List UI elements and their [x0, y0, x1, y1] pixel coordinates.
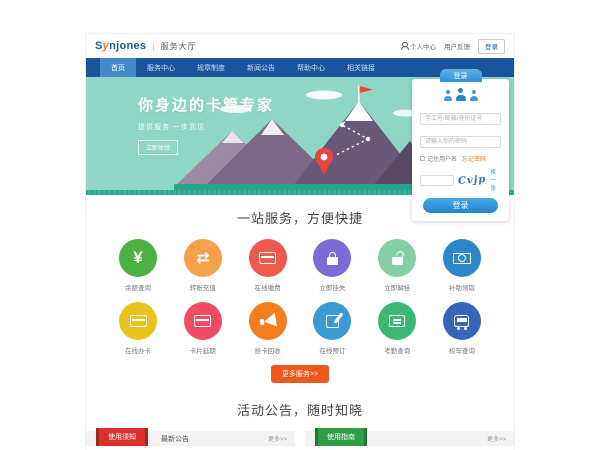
service-label: 补助领取 [436, 282, 488, 292]
login-form: 记住用户名 忘记密码 Cvjp 换一张 登录 [412, 79, 509, 221]
hero-cta-button[interactable]: 立即体验 [138, 140, 178, 155]
service-label: 拾卡回收 [242, 345, 294, 355]
service-subsidy[interactable]: 补助领取 [436, 239, 488, 292]
service-label: 在线缴费 [242, 282, 294, 292]
service-report-loss[interactable]: 立即挂失 [306, 239, 358, 292]
service-payment[interactable]: 在线缴费 [242, 239, 294, 292]
service-attendance[interactable]: 考勤查询 [371, 302, 423, 355]
personal-center-link[interactable]: 个人中心 [400, 41, 436, 51]
edit-icon [326, 315, 339, 328]
nav-item-help[interactable]: 帮助中心 [286, 58, 336, 77]
card-icon [194, 315, 211, 327]
service-label: 考勤查询 [371, 345, 423, 355]
services-grid: 余额查询 转账充值 在线缴费 立即挂失 [86, 227, 514, 355]
logo-divider: | [152, 41, 154, 51]
hero-text: 你身边的卡管专家 提供服务 一步到位 立即体验 [138, 94, 274, 155]
tab-user-guide[interactable]: 使用指南 [315, 428, 367, 446]
hero-banner: 你身边的卡管专家 提供服务 一步到位 立即体验 [86, 77, 514, 195]
user-icon [469, 90, 478, 101]
services-section: 一站服务，方便快捷 余额查询 转账充值 在线缴费 [86, 195, 514, 383]
service-label: 余额查询 [112, 282, 164, 292]
hero-subtitle: 提供服务 一步到位 [138, 122, 274, 132]
user-icon [443, 90, 452, 101]
yuan-icon [133, 248, 142, 268]
service-label: 立即挂失 [306, 282, 358, 292]
nav-item-home[interactable]: 首页 [100, 58, 136, 77]
service-label: 在线办卡 [112, 345, 164, 355]
services-row-1: 余额查询 转账充值 在线缴费 立即挂失 [112, 239, 488, 292]
personal-center-label: 个人中心 [410, 41, 436, 51]
site-name: 服务大厅 [161, 41, 197, 52]
service-balance[interactable]: 余额查询 [112, 239, 164, 292]
megaphone-icon [258, 313, 276, 330]
transfer-icon [196, 248, 209, 268]
left-more-link[interactable]: 更多>> [268, 434, 287, 443]
banknote-icon [453, 253, 471, 264]
remember-label: 记住用户名 [427, 154, 457, 163]
forgot-password-link[interactable]: 忘记密码 [462, 154, 486, 163]
header-right: 个人中心 用户反馈 登录 [400, 39, 505, 54]
screen: Synjones | 服务大厅 个人中心 用户反馈 登录 首页 服务中心 规章制… [0, 0, 600, 450]
logo[interactable]: Synjones [95, 40, 146, 52]
nav-item-rules[interactable]: 规章制度 [186, 58, 236, 77]
feedback-label: 用户反馈 [444, 41, 470, 51]
captcha-refresh-link[interactable]: 换一张 [490, 168, 501, 192]
login-submit-button[interactable]: 登录 [423, 198, 498, 213]
service-card-renewal[interactable]: 卡片延期 [177, 302, 229, 355]
logo-part1: S [95, 40, 103, 52]
person-icon [400, 42, 408, 50]
service-card-recycle[interactable]: 拾卡回收 [242, 302, 294, 355]
login-tab[interactable]: 登录 [440, 69, 482, 82]
more-services-button[interactable]: 更多服务>> [271, 365, 329, 383]
services-row-2: 在线办卡 卡片延期 拾卡回收 在线预订 [112, 302, 488, 355]
users-icon [420, 86, 501, 101]
header: Synjones | 服务大厅 个人中心 用户反馈 登录 [86, 34, 514, 58]
tab-usage-notice[interactable]: 使用须知 [96, 428, 148, 446]
password-input[interactable] [420, 136, 501, 148]
announcements-section: 活动公告，随时知晓 使用须知 最新公告 更多>> 使用指南 更多>> [86, 383, 514, 450]
announcement-tab-bars: 使用须知 最新公告 更多>> 使用指南 更多>> [86, 431, 514, 446]
remember-checkbox[interactable] [420, 156, 425, 161]
captcha-input[interactable] [420, 175, 454, 186]
service-unfreeze[interactable]: 立即解挂 [371, 239, 423, 292]
captcha-image: Cvjp [458, 174, 487, 187]
user-icon [455, 88, 466, 101]
service-label: 立即解挂 [371, 282, 423, 292]
right-more-link[interactable]: 更多>> [487, 434, 506, 443]
nav-item-services[interactable]: 服务中心 [136, 58, 186, 77]
tab-latest-news[interactable]: 最新公告 [161, 434, 189, 444]
nav-item-links[interactable]: 相关链接 [336, 58, 386, 77]
attendance-icon [389, 315, 405, 327]
service-apply-card[interactable]: 在线办卡 [112, 302, 164, 355]
left-announcement-bar: 使用须知 最新公告 更多>> [86, 431, 295, 446]
service-bus[interactable]: 校车查询 [436, 302, 488, 355]
nav-item-news[interactable]: 新闻公告 [236, 58, 286, 77]
service-label: 在线预订 [306, 345, 358, 355]
service-label: 校车查询 [436, 345, 488, 355]
remember-row: 记住用户名 忘记密码 [420, 154, 501, 163]
announcements-title: 活动公告，随时知晓 [86, 400, 514, 419]
service-booking[interactable]: 在线预订 [306, 302, 358, 355]
logo-part3: njones [109, 40, 146, 52]
bus-icon [454, 315, 469, 327]
right-announcement-bar: 使用指南 更多>> [305, 431, 514, 446]
card-icon [259, 252, 276, 264]
login-panel: 登录 记住用户名 忘记密码 [412, 69, 509, 221]
lock-icon [327, 257, 338, 265]
service-label: 卡片延期 [177, 345, 229, 355]
site-container: Synjones | 服务大厅 个人中心 用户反馈 登录 首页 服务中心 规章制… [85, 33, 515, 450]
unlock-icon [392, 257, 403, 265]
service-label: 转账充值 [177, 282, 229, 292]
feedback-link[interactable]: 用户反馈 [444, 41, 470, 51]
username-input[interactable] [420, 113, 501, 125]
hero-title: 你身边的卡管专家 [138, 94, 274, 115]
card-icon [130, 315, 147, 327]
header-login-button[interactable]: 登录 [478, 39, 505, 54]
service-transfer[interactable]: 转账充值 [177, 239, 229, 292]
captcha-row: Cvjp 换一张 [420, 168, 501, 192]
